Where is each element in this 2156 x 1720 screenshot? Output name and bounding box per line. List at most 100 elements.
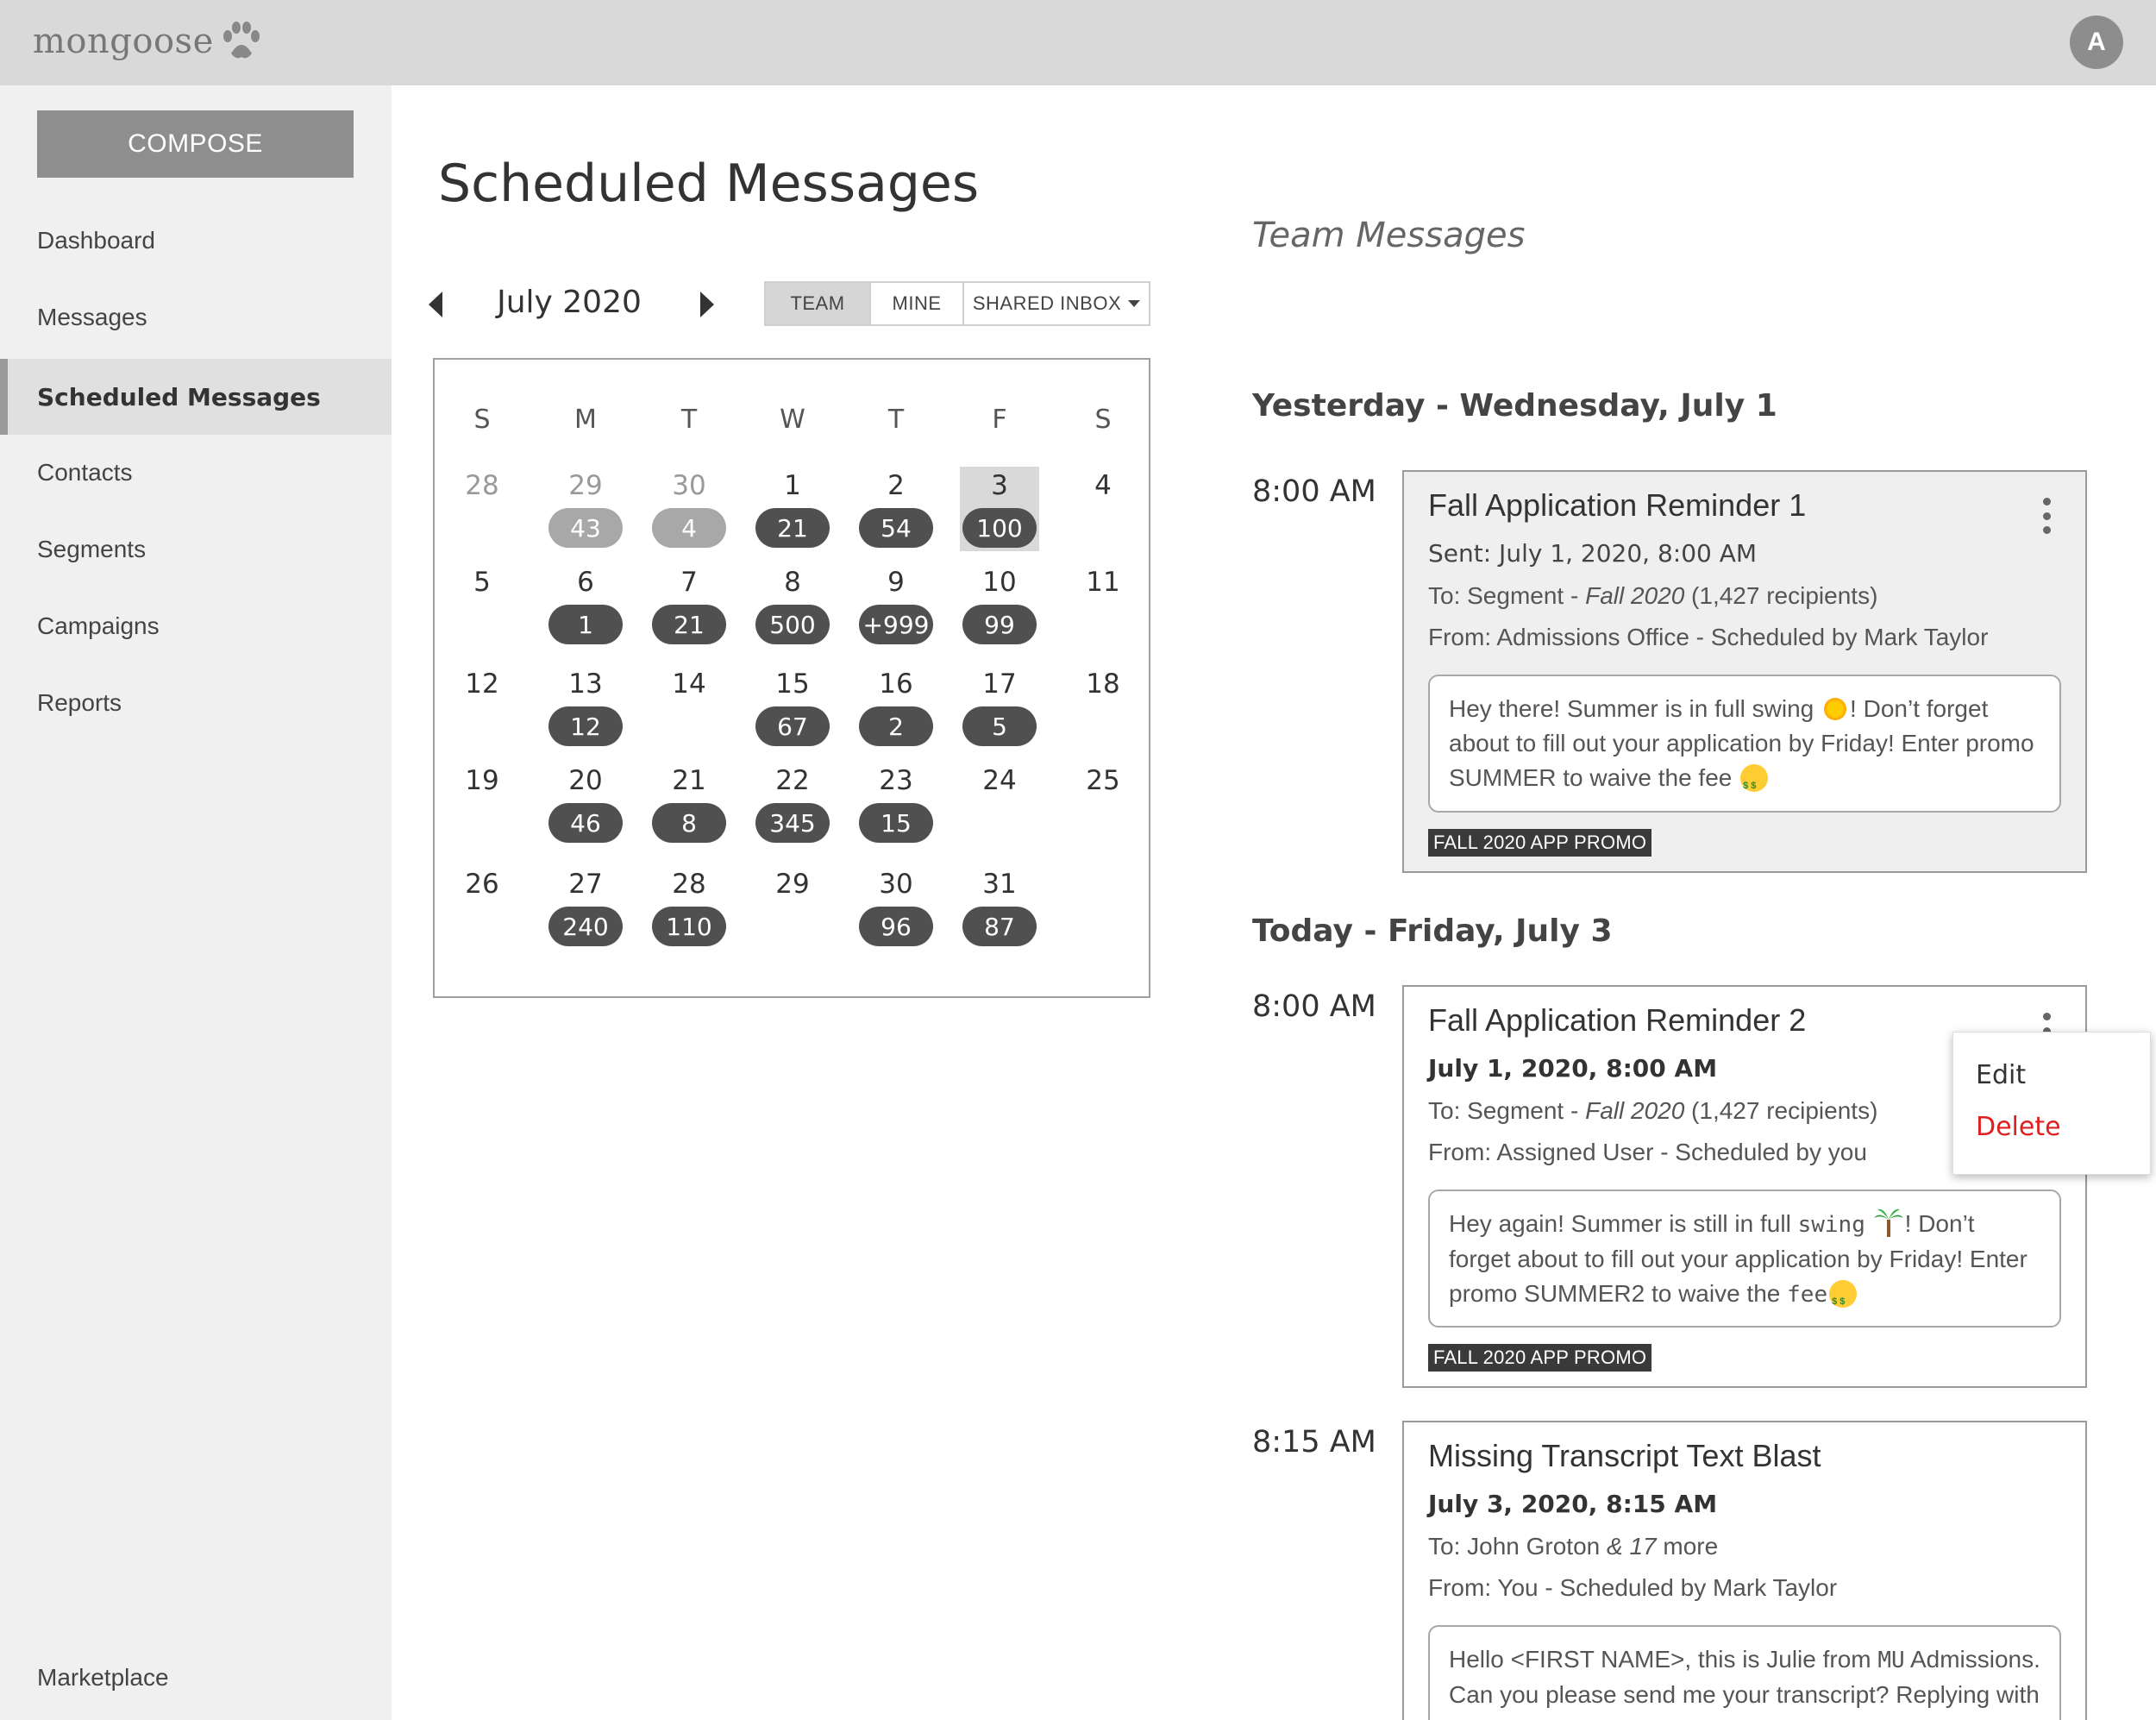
calendar-day[interactable]: 6 (547, 567, 624, 598)
message-count-badge[interactable]: 240 (548, 907, 623, 946)
calendar-day[interactable]: 23 (857, 765, 935, 796)
edit-menu-item[interactable]: Edit (1976, 1060, 2026, 1090)
page-title: Scheduled Messages (438, 154, 980, 214)
message-options-menu: Edit Delete (1952, 1032, 2151, 1175)
sidebar-item-messages[interactable]: Messages (0, 279, 392, 355)
message-sender: From: Admissions Office - Scheduled by M… (1428, 624, 1989, 650)
calendar-day[interactable]: 7 (650, 567, 728, 598)
sidebar-item-contacts[interactable]: Contacts (0, 435, 392, 511)
calendar-day[interactable]: 9 (857, 567, 935, 598)
sidebar-item-scheduled-messages[interactable]: Scheduled Messages (0, 359, 392, 435)
message-count-badge[interactable]: 1 (548, 605, 623, 644)
message-count-badge[interactable]: 8 (652, 803, 726, 843)
filter-shared-inbox[interactable]: SHARED INBOX (964, 283, 1149, 324)
calendar-day[interactable]: 1 (754, 470, 831, 501)
weekday-header: W (780, 405, 805, 435)
message-count-badge[interactable]: 345 (755, 803, 830, 843)
calendar-day[interactable]: 24 (961, 765, 1038, 796)
calendar-day[interactable]: 30 (650, 470, 728, 501)
filter-team[interactable]: TEAM (766, 283, 871, 324)
prev-month-icon[interactable] (429, 292, 442, 317)
message-card[interactable]: Fall Application Reminder 1 Sent: July 1… (1402, 470, 2087, 873)
message-count-badge[interactable]: 4 (652, 508, 726, 548)
message-time: 8:00 AM (1252, 989, 1376, 1024)
message-count-badge[interactable]: 54 (859, 508, 933, 548)
today-heading: Today - Friday, July 3 (1252, 913, 1613, 949)
calendar-day[interactable]: 19 (443, 765, 521, 796)
message-count-badge[interactable]: 110 (652, 907, 726, 946)
weekday-header: F (992, 405, 1007, 435)
calendar-day[interactable]: 5 (443, 567, 521, 598)
compose-button[interactable]: COMPOSE (37, 110, 354, 178)
user-avatar[interactable]: A (2070, 16, 2123, 69)
calendar-day[interactable]: 15 (754, 669, 831, 700)
message-recipients: To: Segment - Fall 2020 (1,427 recipient… (1428, 582, 1878, 609)
calendar-day[interactable]: 30 (857, 869, 935, 900)
message-count-badge[interactable]: 100 (962, 508, 1037, 548)
calendar-day[interactable]: 22 (754, 765, 831, 796)
calendar-day[interactable]: 17 (961, 669, 1038, 700)
calendar-day[interactable]: 31 (961, 869, 1038, 900)
calendar-day[interactable]: 18 (1064, 669, 1142, 700)
message-count-badge[interactable]: 21 (755, 508, 830, 548)
campaign-tag[interactable]: FALL 2020 APP PROMO (1428, 829, 1652, 857)
campaign-tag[interactable]: FALL 2020 APP PROMO (1428, 1344, 1652, 1372)
message-date: July 3, 2020, 8:15 AM (1428, 1490, 1718, 1518)
message-body: Hey there! Summer is in full swing ! Don… (1428, 675, 2061, 813)
message-count-badge[interactable]: 87 (962, 907, 1037, 946)
message-count-badge[interactable]: 500 (755, 605, 830, 644)
message-count-badge[interactable]: 43 (548, 508, 623, 548)
weekday-header: T (887, 405, 905, 435)
message-count-badge[interactable]: 21 (652, 605, 726, 644)
weekday-header: S (1094, 405, 1112, 435)
message-count-badge[interactable]: 96 (859, 907, 933, 946)
calendar-day[interactable]: 26 (443, 869, 521, 900)
calendar-day[interactable]: 13 (547, 669, 624, 700)
calendar-day[interactable]: 11 (1064, 567, 1142, 598)
calendar-day[interactable]: 10 (961, 567, 1038, 598)
message-card[interactable]: Missing Transcript Text Blast July 3, 20… (1402, 1421, 2087, 1720)
weekday-header: M (574, 405, 597, 435)
calendar-day[interactable]: 21 (650, 765, 728, 796)
logo[interactable]: mongoose (33, 19, 262, 64)
message-title: Fall Application Reminder 1 (1428, 487, 1807, 523)
message-count-badge[interactable]: 12 (548, 706, 623, 746)
sidebar-item-campaigns[interactable]: Campaigns (0, 588, 392, 664)
message-time: 8:15 AM (1252, 1425, 1376, 1459)
calendar-day[interactable]: 25 (1064, 765, 1142, 796)
next-month-icon[interactable] (700, 292, 714, 317)
calendar-day[interactable]: 2 (857, 470, 935, 501)
calendar-day[interactable]: 28 (650, 869, 728, 900)
message-count-badge[interactable]: 15 (859, 803, 933, 843)
message-count-badge[interactable]: 2 (859, 706, 933, 746)
calendar-day[interactable]: 8 (754, 567, 831, 598)
calendar-day[interactable]: 4 (1064, 470, 1142, 501)
sun-emoji-icon (1822, 696, 1849, 722)
calendar-day[interactable]: 16 (857, 669, 935, 700)
team-messages-heading: Team Messages (1252, 216, 1526, 255)
calendar-day[interactable]: 3 (961, 470, 1038, 501)
calendar-day[interactable]: 27 (547, 869, 624, 900)
message-count-badge[interactable]: +999 (859, 605, 933, 644)
delete-menu-item[interactable]: Delete (1976, 1112, 2061, 1142)
sidebar-item-marketplace[interactable]: Marketplace (0, 1640, 392, 1716)
message-count-badge[interactable]: 67 (755, 706, 830, 746)
calendar-day[interactable]: 28 (443, 470, 521, 501)
sidebar-item-reports[interactable]: Reports (0, 665, 392, 741)
calendar-day[interactable]: 29 (754, 869, 831, 900)
message-body: Hey again! Summer is still in full swing… (1428, 1190, 2061, 1328)
calendar-day[interactable]: 20 (547, 765, 624, 796)
calendar-day[interactable]: 12 (443, 669, 521, 700)
filter-mine[interactable]: MINE (871, 283, 964, 324)
message-recipients: To: Segment - Fall 2020 (1,427 recipient… (1428, 1097, 1878, 1124)
calendar-day[interactable]: 29 (547, 470, 624, 501)
calendar-day[interactable]: 14 (650, 669, 728, 700)
message-count-badge[interactable]: 99 (962, 605, 1037, 644)
sidebar-item-segments[interactable]: Segments (0, 512, 392, 587)
more-options-icon[interactable] (2042, 498, 2051, 534)
message-date: Sent: July 1, 2020, 8:00 AM (1428, 539, 1758, 568)
message-count-badge[interactable]: 46 (548, 803, 623, 843)
message-count-badge[interactable]: 5 (962, 706, 1037, 746)
sidebar-item-dashboard[interactable]: Dashboard (0, 203, 392, 279)
message-title: Fall Application Reminder 2 (1428, 1002, 1807, 1038)
